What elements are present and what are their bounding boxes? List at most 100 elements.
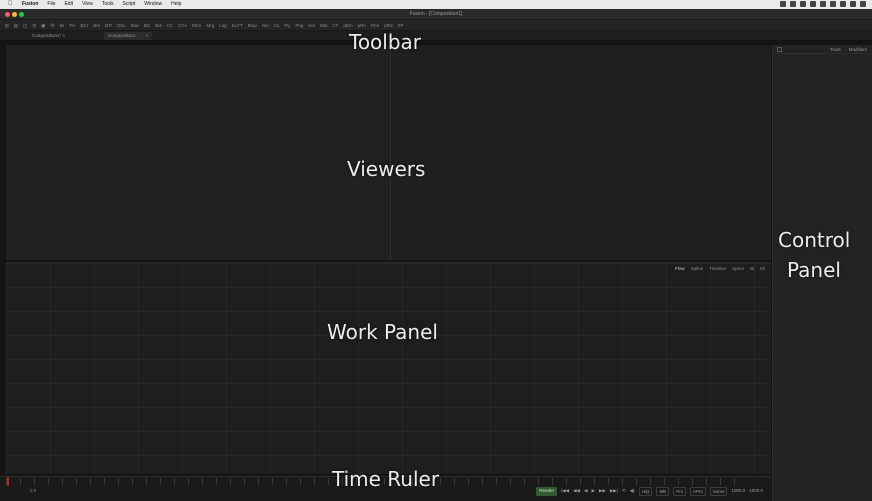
volume-icon[interactable]: [850, 1, 856, 7]
label-time-ruler: Time Ruler: [332, 467, 440, 491]
composition-tabs: Composition1* × Composition1 ×: [0, 31, 872, 41]
tool-button[interactable]: Cx: [273, 22, 281, 29]
viewer-right[interactable]: [391, 45, 771, 260]
tab-modifiers[interactable]: Modifiers: [849, 46, 867, 53]
menu-view[interactable]: View: [82, 0, 93, 9]
toolbar-tools: ⊞ ▤ ◫ ⊟ ▣ Ⓦ Bl Trn BCr Brk BTr DSL Blur …: [4, 22, 404, 29]
tool-button[interactable]: ▤: [13, 22, 19, 29]
tool-button[interactable]: CCv: [177, 22, 188, 29]
tool-button[interactable]: BC: [143, 22, 151, 29]
tab-flow[interactable]: Flow: [675, 265, 685, 272]
tool-button[interactable]: KLYT: [231, 22, 244, 29]
menu-file[interactable]: File: [47, 0, 55, 9]
search-icon[interactable]: [860, 1, 866, 7]
tool-button[interactable]: ▣: [40, 22, 46, 29]
prx-button[interactable]: Prx: [673, 487, 686, 496]
tool-button[interactable]: Ⓦ: [49, 22, 56, 29]
window-title-bar: Fusion - [Composition1]: [0, 9, 872, 20]
tool-button[interactable]: Lag: [218, 22, 228, 29]
some-button[interactable]: Some: [709, 487, 728, 496]
zoom-window-icon[interactable]: [19, 12, 24, 17]
play-reverse-button[interactable]: ◀: [584, 487, 587, 496]
current-frame[interactable]: 1000.0: [731, 487, 745, 496]
close-tab-icon[interactable]: ×: [63, 33, 66, 38]
status-icon-4[interactable]: [810, 1, 816, 7]
status-icon-3[interactable]: [800, 1, 806, 7]
render-button[interactable]: Render: [536, 487, 557, 496]
tool-button[interactable]: ⊞: [4, 22, 10, 29]
tab-mi[interactable]: Mi: [760, 265, 765, 272]
tab-bi[interactable]: Bi: [750, 265, 754, 272]
close-window-icon[interactable]: [5, 12, 10, 17]
go-to-end-button[interactable]: ▶▶|: [610, 487, 618, 496]
tool-button[interactable]: Bol: [154, 22, 163, 29]
tool-button[interactable]: pRd: [383, 22, 393, 29]
step-back-button[interactable]: ◀◀: [573, 487, 580, 496]
menu-help[interactable]: Help: [171, 0, 181, 9]
menu-tools[interactable]: Tools: [102, 0, 114, 9]
label-panel: Panel: [787, 258, 841, 282]
hiq-button[interactable]: HiQ: [638, 487, 653, 496]
panel-toggle-checkbox[interactable]: [777, 47, 782, 52]
tab-composition-unsaved[interactable]: Composition1* ×: [28, 32, 69, 40]
tool-button[interactable]: Trn: [68, 22, 77, 29]
apple-menu-icon[interactable]: : [8, 0, 13, 9]
work-panel[interactable]: Flow Spline Timeline Splice Bi Mi: [6, 262, 771, 474]
playhead[interactable]: [7, 477, 9, 486]
tool-button[interactable]: Glo: [261, 22, 270, 29]
status-icons: [780, 1, 866, 7]
tool-button[interactable]: Mat: [319, 22, 329, 29]
tool-button[interactable]: ⊟: [31, 22, 37, 29]
tool-button[interactable]: Brk: [92, 22, 101, 29]
menu-script[interactable]: Script: [123, 0, 136, 9]
tool-button[interactable]: Png: [294, 22, 304, 29]
close-tab-icon[interactable]: ×: [146, 33, 149, 38]
tool-button[interactable]: Kst: [307, 22, 316, 29]
tool-button[interactable]: Prm: [370, 22, 380, 29]
tool-button[interactable]: CC: [166, 22, 175, 29]
tool-button[interactable]: BCr: [79, 22, 89, 29]
tool-button[interactable]: ◫: [22, 22, 28, 29]
tool-button[interactable]: Mrg: [205, 22, 215, 29]
status-icon-5[interactable]: [820, 1, 826, 7]
tool-button[interactable]: Fly: [283, 22, 291, 29]
label-work-panel: Work Panel: [327, 320, 438, 344]
tool-button[interactable]: BTr: [104, 22, 113, 29]
audio-icon[interactable]: ◀): [630, 487, 635, 496]
step-forward-button[interactable]: ▶▶: [599, 487, 606, 496]
tab-composition[interactable]: Composition1 ×: [104, 32, 153, 40]
viewer-left[interactable]: [6, 45, 390, 260]
tool-button[interactable]: Blur: [130, 22, 140, 29]
menu-window[interactable]: Window: [144, 0, 162, 9]
status-icon-1[interactable]: [780, 1, 786, 7]
status-icon-2[interactable]: [790, 1, 796, 7]
tab-timeline[interactable]: Timeline: [709, 265, 726, 272]
menu-edit[interactable]: Edit: [64, 0, 73, 9]
tab-label: Composition1*: [32, 33, 62, 38]
control-panel-tabs: Tools Modifiers: [830, 46, 867, 53]
loop-icon[interactable]: ⟲: [622, 487, 626, 496]
tool-button[interactable]: Bl: [59, 22, 65, 29]
tab-splice[interactable]: Splice: [732, 265, 744, 272]
tool-button[interactable]: MCe: [191, 22, 203, 29]
end-frame[interactable]: 1000.0: [749, 487, 763, 496]
tool-button[interactable]: pEm: [342, 22, 353, 29]
tab-spline[interactable]: Spline: [691, 265, 704, 272]
window-title: Fusion - [Composition1]: [409, 11, 463, 17]
tool-button[interactable]: SP: [396, 22, 404, 29]
aprx-button[interactable]: APrx: [689, 487, 706, 496]
tab-tools[interactable]: Tools: [830, 46, 841, 53]
minimize-window-icon[interactable]: [12, 12, 17, 17]
go-to-start-button[interactable]: |◀◀: [561, 487, 569, 496]
tool-button[interactable]: pRn: [357, 22, 367, 29]
wifi-icon[interactable]: [840, 1, 846, 7]
mb-button[interactable]: MB: [656, 487, 670, 496]
tool-button[interactable]: CT: [331, 22, 339, 29]
tool-button[interactable]: DSL: [116, 22, 127, 29]
menu-fusion[interactable]: Fusion: [22, 0, 38, 9]
label-control: Control: [778, 228, 851, 252]
tool-button[interactable]: Bmp: [247, 22, 258, 29]
start-frame[interactable]: 0.0: [30, 487, 36, 494]
status-icon-6[interactable]: [830, 1, 836, 7]
play-button[interactable]: ▶: [591, 487, 594, 496]
